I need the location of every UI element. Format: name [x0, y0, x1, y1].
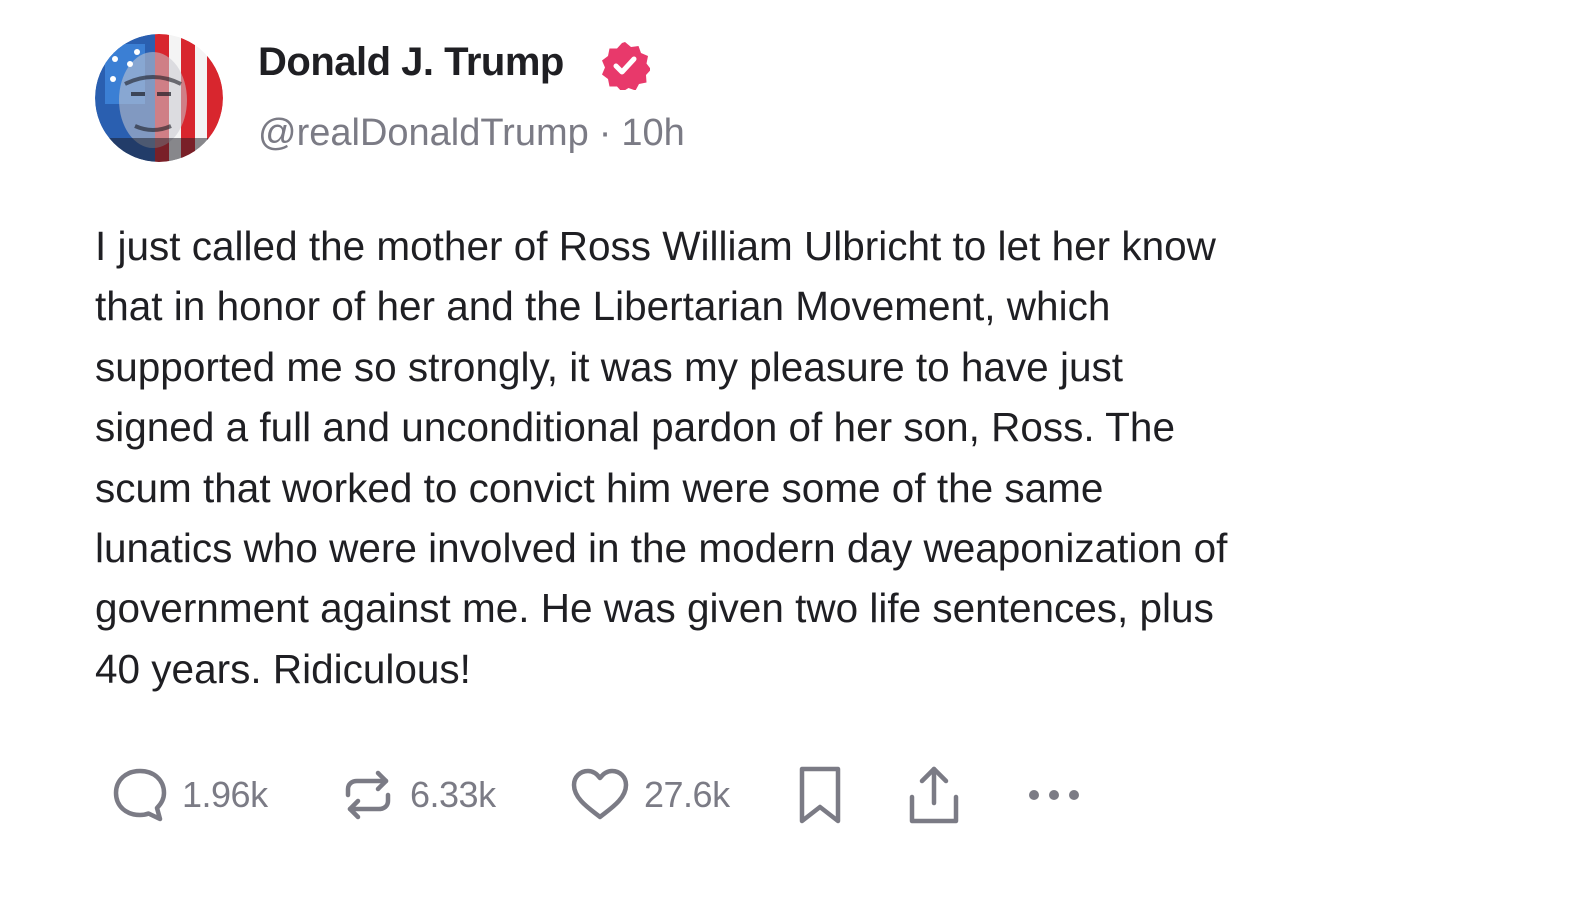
author-handle[interactable]: @realDonaldTrump — [258, 112, 589, 154]
repost-icon — [345, 770, 391, 820]
verified-badge-icon — [600, 40, 650, 90]
author-display-name[interactable]: Donald J. Trump — [258, 40, 564, 85]
post-text-line: government against me. He was given two … — [95, 585, 1214, 632]
reply-button[interactable]: 1.96k — [110, 760, 268, 830]
post-text-line: that in honor of her and the Libertarian… — [95, 283, 1111, 330]
bookmark-icon — [799, 766, 841, 824]
more-icon — [1029, 790, 1079, 800]
post-meta: @realDonaldTrump · 10h — [258, 112, 685, 155]
share-button[interactable] — [904, 760, 964, 830]
post-text-line: I just called the mother of Ross William… — [95, 223, 1216, 269]
post-text-line: scum that worked to convict him were som… — [95, 464, 1104, 511]
like-button[interactable]: 27.6k — [568, 760, 730, 830]
repost-count: 6.33k — [410, 774, 496, 815]
post-card: Donald J. Trump @realDonaldTrump · 10h I j… — [0, 0, 1592, 924]
post-text-line: signed a full and unconditional pardon o… — [95, 404, 1175, 451]
post-text-line: lunatics who were involved in the modern… — [95, 525, 1228, 572]
more-options-button[interactable] — [1022, 760, 1086, 830]
heart-icon — [571, 768, 629, 820]
like-count: 27.6k — [644, 774, 730, 815]
share-icon — [909, 766, 959, 824]
reply-count: 1.96k — [182, 774, 268, 815]
post-text-line: 40 years. Ridiculous! — [95, 645, 471, 692]
post-text-line: supported me so strongly, it was my plea… — [95, 343, 1123, 390]
reply-icon — [113, 768, 167, 822]
post-body: I just called the mother of Ross William… — [95, 216, 1475, 699]
avatar[interactable] — [95, 34, 223, 162]
bookmark-button[interactable] — [794, 760, 846, 830]
repost-button[interactable]: 6.33k — [338, 760, 496, 830]
avatar-image — [95, 34, 223, 162]
meta-separator: · — [598, 112, 612, 154]
post-timestamp[interactable]: 10h — [621, 112, 684, 154]
